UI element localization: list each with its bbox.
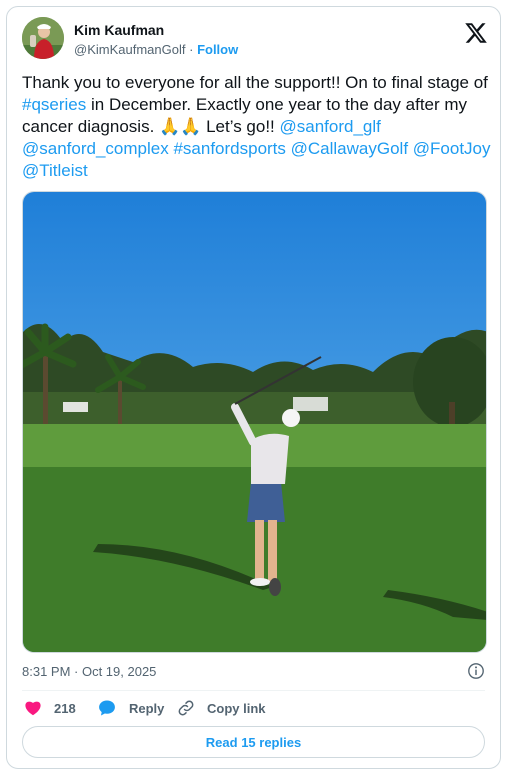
- author-info: Kim Kaufman @KimKaufmanGolf · Follow: [74, 21, 238, 59]
- copy-link-button[interactable]: Copy link: [177, 697, 266, 719]
- tweet-timestamp[interactable]: 8:31 PM · Oct 19, 2025: [22, 663, 156, 681]
- handle-line: @KimKaufmanGolf · Follow: [74, 41, 238, 59]
- tweet-text-segment: Thank you to everyone for all the suppor…: [22, 73, 488, 92]
- info-icon[interactable]: [467, 662, 485, 680]
- read-replies-button[interactable]: Read 15 replies: [22, 726, 485, 758]
- like-count: 218: [54, 700, 76, 716]
- tweet-photo[interactable]: [22, 191, 487, 653]
- tweet-header: Kim Kaufman @KimKaufmanGolf · Follow: [22, 17, 488, 61]
- avatar[interactable]: [22, 17, 64, 59]
- user-handle[interactable]: @KimKaufmanGolf: [74, 42, 185, 57]
- tweet-actions: 218 Reply Copy link: [22, 697, 485, 721]
- tweet-text-segment: Let’s go!!: [201, 117, 280, 136]
- display-name[interactable]: Kim Kaufman: [74, 21, 238, 39]
- mention-link[interactable]: @FootJoy: [413, 139, 491, 158]
- mention-link[interactable]: @sanford_glf: [280, 117, 381, 136]
- copy-link-label: Copy link: [207, 700, 266, 716]
- reply-label: Reply: [129, 700, 165, 716]
- hashtag-link[interactable]: #sanfordsports: [173, 139, 285, 158]
- hashtag-link[interactable]: #qseries: [22, 95, 86, 114]
- link-icon: [178, 700, 194, 716]
- golfer-photo: [23, 192, 486, 652]
- separator: ·: [189, 42, 194, 57]
- heart-icon: [25, 701, 41, 716]
- mention-link[interactable]: @CallawayGolf: [291, 139, 408, 158]
- divider: [22, 690, 485, 691]
- follow-button[interactable]: Follow: [197, 42, 238, 57]
- tweet-text: Thank you to everyone for all the suppor…: [22, 72, 492, 182]
- mention-link[interactable]: @Titleist: [22, 161, 88, 180]
- tweet-text-segment: 🙏🙏: [159, 117, 202, 136]
- mention-link[interactable]: @sanford_complex: [22, 139, 169, 158]
- reply-button[interactable]: Reply: [97, 697, 164, 719]
- x-logo-icon[interactable]: [464, 21, 488, 45]
- like-button[interactable]: 218: [24, 697, 76, 719]
- tweet-card: Kim Kaufman @KimKaufmanGolf · Follow Tha…: [6, 6, 501, 769]
- speech-bubble-icon: [99, 700, 115, 716]
